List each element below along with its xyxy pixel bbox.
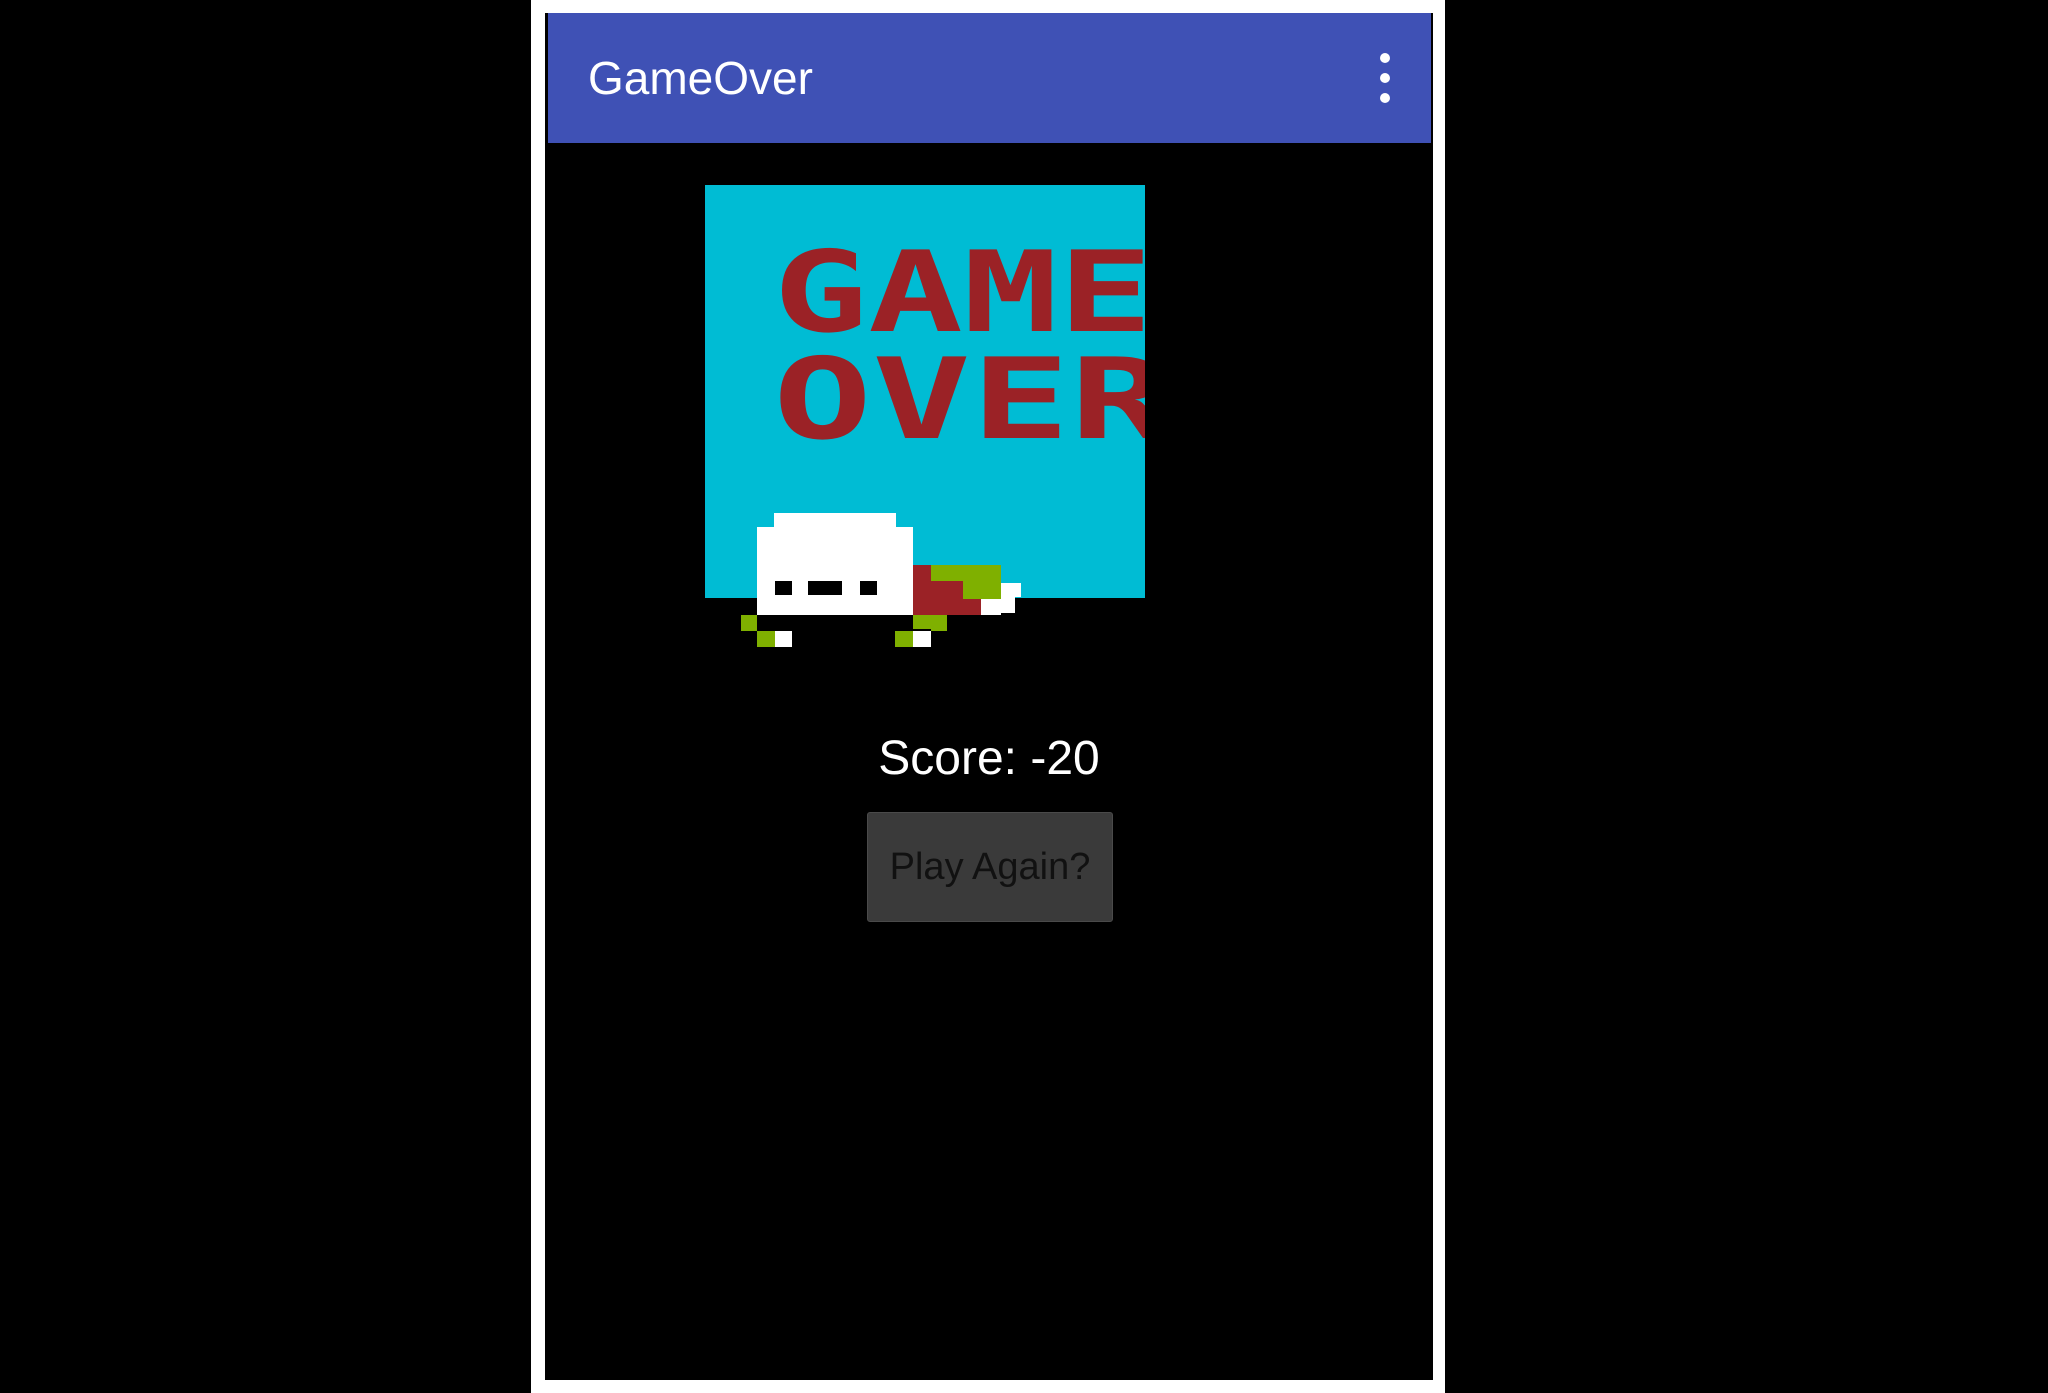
app-title: GameOver — [588, 52, 813, 104]
score-label: Score: -20 — [878, 732, 1100, 785]
banner-line2: OVER — [773, 335, 1145, 465]
app-screen: GameOver GAME OVER Score: -20 Play Again… — [545, 13, 1433, 1380]
play-again-button[interactable]: Play Again? — [867, 812, 1113, 922]
app-bar: GameOver — [548, 13, 1431, 143]
game-over-image: GAME OVER — [705, 171, 1145, 661]
more-vert-icon[interactable] — [1365, 53, 1405, 103]
